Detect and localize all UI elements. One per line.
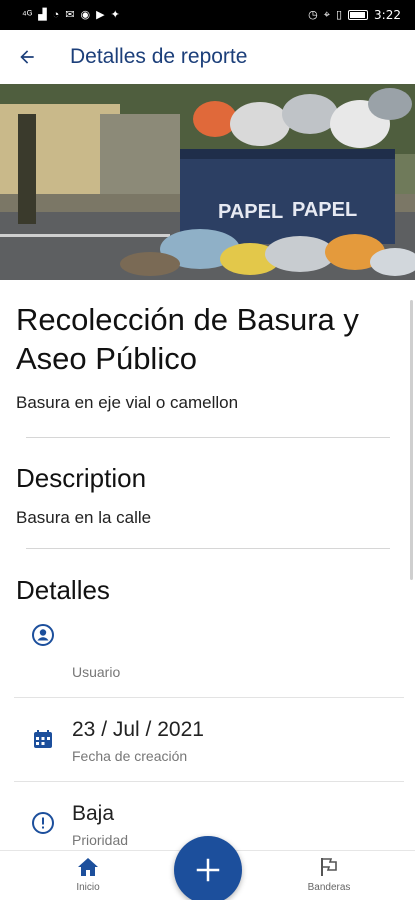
divider [26, 437, 390, 438]
status-bar: ⁴ᴳ ▟ ◔ ✉ ◉ ▶ ✦ ◷ ⌖ ▯ 3:22 [0, 0, 415, 30]
location-icon: ⌖ [323, 8, 330, 21]
nav-home-label: Inicio [76, 882, 100, 893]
arrow-back-icon [20, 50, 34, 64]
details-heading: Detalles [16, 575, 110, 605]
info-circle-icon [30, 810, 56, 836]
detail-user-label: Usuario [72, 664, 121, 680]
twitter-icon: ✦ [110, 8, 120, 21]
plus-icon [196, 858, 220, 882]
app-icon: ✉ [65, 8, 75, 21]
report-content[interactable]: Recolección de Basura y Aseo Público Bas… [0, 280, 415, 850]
battery-icon [348, 10, 369, 20]
back-button[interactable] [0, 30, 54, 84]
flag-icon [321, 858, 337, 876]
nav-home[interactable]: Inicio [48, 855, 128, 899]
report-photo: PAPEL PAPEL [0, 84, 415, 280]
detail-priority-label: Prioridad [72, 832, 129, 848]
detail-row-user: Usuario [14, 614, 404, 698]
page-title: Detalles de reporte [70, 45, 248, 68]
app-bar: Detalles de reporte [0, 30, 415, 84]
report-title: Recolección de Basura y Aseo Público [16, 302, 359, 376]
network-icon: ⁴ᴳ [22, 8, 33, 21]
add-report-button[interactable] [174, 836, 242, 900]
status-left-icons: ⁴ᴳ ▟ ◔ ✉ ◉ ▶ ✦ [22, 8, 120, 21]
app-icon: ◉ [80, 8, 91, 21]
youtube-icon: ▶ [96, 8, 105, 21]
status-right-icons: ◷ ⌖ ▯ 3:22 [308, 8, 401, 22]
detail-date-value: 23 / Jul / 2021 [72, 718, 204, 741]
report-subtitle: Basura en eje vial o camellon [16, 393, 239, 412]
detail-priority-value: Baja [72, 802, 115, 825]
calendar-icon [30, 726, 56, 752]
wifi-icon: ◔ [52, 8, 60, 21]
container-label-2: PAPEL [292, 199, 357, 221]
description-text: Basura en la calle [16, 508, 152, 527]
detail-date-label: Fecha de creación [72, 748, 188, 764]
report-photo-illustration: PAPEL PAPEL [0, 84, 415, 280]
divider [26, 548, 390, 549]
signal-icon: ▟ [38, 8, 47, 21]
detail-row-date: 23 / Jul / 2021 Fecha de creación [14, 698, 404, 782]
scrollbar[interactable] [410, 300, 413, 580]
nav-flags-label: Banderas [307, 882, 351, 893]
home-icon [78, 858, 98, 876]
status-time: 3:22 [374, 8, 401, 22]
nav-flags[interactable]: Banderas [289, 855, 369, 899]
container-label-1: PAPEL [218, 201, 283, 223]
vibrate-icon: ▯ [335, 8, 343, 21]
description-heading: Description [16, 463, 147, 493]
alarm-icon: ◷ [308, 8, 318, 21]
account-circle-icon [30, 622, 56, 648]
